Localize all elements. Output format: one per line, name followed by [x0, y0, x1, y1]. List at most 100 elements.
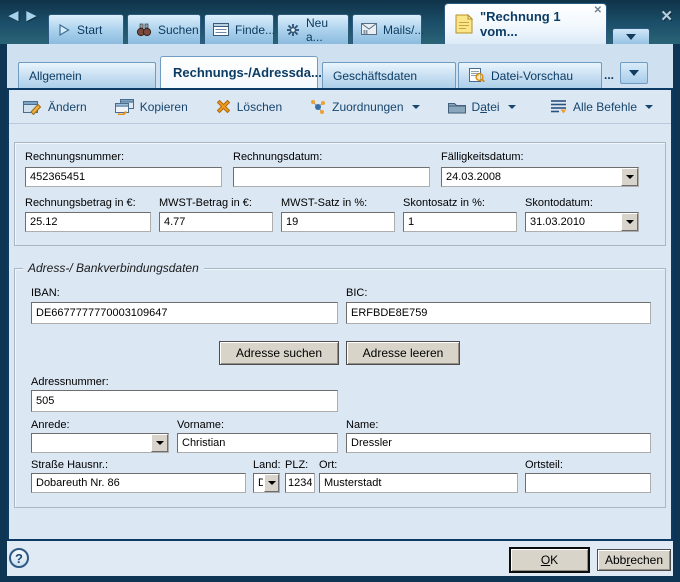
- adresse-leeren-button[interactable]: Adresse leeren: [346, 341, 460, 365]
- page-tab-dropdown-button[interactable]: [620, 62, 648, 84]
- combobox-value: D: [258, 477, 263, 489]
- skontosatz-field[interactable]: [403, 212, 517, 232]
- adressnummer-label: Adressnummer:: [31, 376, 109, 388]
- assignments-icon: [310, 99, 326, 115]
- window-tab-neu[interactable]: Neu a...: [277, 14, 349, 44]
- rechnungsbetrag-field[interactable]: [25, 212, 151, 232]
- chevron-down-icon: [626, 220, 634, 224]
- window-tab-start[interactable]: Start: [48, 14, 124, 44]
- mwst-betrag-field[interactable]: [159, 212, 273, 232]
- address-bank-group: Adress-/ Bankverbindungsdaten IBAN: BIC:…: [14, 268, 666, 508]
- zuordnungen-menu-button[interactable]: Zuordnungen: [310, 99, 419, 115]
- faelligkeitsdatum-label: Fälligkeitsdatum:: [441, 151, 524, 163]
- toolbar: Ändern Kopieren Löschen Zuordnungen D: [9, 90, 671, 124]
- kopieren-button[interactable]: Kopieren: [115, 99, 188, 115]
- window-close-icon[interactable]: ✕: [660, 9, 673, 25]
- anrede-combobox[interactable]: [31, 433, 169, 453]
- preview-icon: [469, 68, 485, 83]
- form-panel: Ändern Kopieren Löschen Zuordnungen D: [7, 88, 673, 541]
- rechnungsdatum-label: Rechnungsdatum:: [233, 151, 322, 163]
- adresse-suchen-button[interactable]: Adresse suchen: [219, 341, 339, 365]
- window-tab-label: Mails/...: [383, 23, 424, 37]
- adressnummer-field[interactable]: [31, 390, 338, 412]
- button-label: OK: [541, 553, 558, 567]
- combobox-arrow-button[interactable]: [264, 474, 279, 492]
- help-icon[interactable]: ?: [9, 548, 29, 568]
- ortsteil-field[interactable]: [525, 473, 651, 493]
- combobox-arrow-button[interactable]: [621, 168, 638, 186]
- land-combobox[interactable]: D: [253, 473, 280, 493]
- tab-rechnungs-adressdaten[interactable]: Rechnungs-/Adressda...: [160, 56, 318, 88]
- window-tab-label: Start: [77, 23, 102, 37]
- page-tab-label: Rechnungs-/Adressda...: [173, 65, 322, 80]
- rechnungsbetrag-label: Rechnungsbetrag in €:: [25, 197, 136, 209]
- window-tab-bar: ◄ ► Start Suchen Finde... Neu a... Mails…: [0, 0, 680, 44]
- skontodatum-label: Skontodatum:: [525, 197, 593, 209]
- combobox-arrow-button[interactable]: [621, 213, 638, 231]
- faelligkeitsdatum-combobox[interactable]: 24.03.2008: [441, 167, 639, 187]
- bic-label: BIC:: [346, 287, 367, 299]
- page-tab-label: Geschäftsdaten: [333, 69, 417, 83]
- tab-overflow-label[interactable]: ...: [604, 68, 614, 82]
- toolbar-label: Alle Befehle: [573, 100, 637, 114]
- rechnungsnummer-label: Rechnungsnummer:: [25, 151, 124, 163]
- commands-list-icon: [550, 99, 567, 114]
- mwst-satz-label: MWST-Satz in %:: [281, 197, 367, 209]
- vorname-field[interactable]: [177, 433, 338, 453]
- window-tab-mails[interactable]: Mails/...: [352, 14, 422, 44]
- datei-menu-button[interactable]: Datei: [448, 100, 516, 114]
- window-tab-suchen[interactable]: Suchen: [127, 14, 201, 44]
- name-field[interactable]: [346, 433, 651, 453]
- ort-field[interactable]: [319, 473, 518, 493]
- window-tab-label: Finde...: [235, 23, 275, 37]
- tab-allgemein[interactable]: Allgemein: [18, 62, 156, 88]
- strasse-field[interactable]: [31, 473, 246, 493]
- anrede-label: Anrede:: [31, 419, 70, 431]
- toolbar-label: Ändern: [48, 100, 87, 114]
- strasse-label: Straße Hausnr.:: [31, 459, 108, 471]
- alle-befehle-menu-button[interactable]: Alle Befehle: [550, 99, 653, 114]
- land-label: Land:: [253, 459, 281, 471]
- abbrechen-button[interactable]: Abbrechen: [597, 549, 671, 571]
- back-arrow-icon[interactable]: ◄: [5, 6, 22, 26]
- form-icon: [213, 23, 229, 36]
- invoice-data-group: Rechnungsnummer: Rechnungsdatum: Fälligk…: [14, 142, 666, 246]
- iban-field[interactable]: [31, 302, 338, 324]
- binoculars-icon: [136, 23, 152, 37]
- active-tab-label: "Rechnung 1 vom...: [480, 9, 596, 39]
- tab-close-icon[interactable]: ✕: [594, 6, 602, 16]
- tab-geschaeftsdaten[interactable]: Geschäftsdaten: [322, 62, 456, 88]
- rechnungsnummer-field[interactable]: [25, 167, 222, 187]
- new-burst-icon: [286, 23, 300, 37]
- button-label: Adresse suchen: [236, 346, 322, 360]
- rechnungsdatum-field[interactable]: [233, 167, 430, 187]
- combobox-value: 24.03.2008: [446, 171, 620, 183]
- skontosatz-label: Skontosatz in %:: [403, 197, 485, 209]
- chevron-down-icon: [156, 441, 164, 445]
- plz-field[interactable]: [285, 473, 315, 493]
- button-label: Abbrechen: [605, 553, 663, 567]
- vorname-label: Vorname:: [177, 419, 224, 431]
- play-icon: [57, 23, 71, 37]
- tab-list-dropdown-button[interactable]: [612, 28, 650, 44]
- window-tab-label: Suchen: [158, 23, 199, 37]
- combobox-arrow-button[interactable]: [151, 434, 168, 452]
- chevron-down-icon: [626, 175, 634, 179]
- copy-icon: [115, 99, 134, 115]
- window-tab-rechnung-active[interactable]: "Rechnung 1 vom... ✕: [444, 3, 607, 44]
- tab-datei-vorschau[interactable]: Datei-Vorschau: [458, 62, 602, 88]
- folder-icon: [448, 100, 466, 114]
- button-label: Adresse leeren: [363, 346, 444, 360]
- mwst-satz-field[interactable]: [281, 212, 395, 232]
- window-tab-finden[interactable]: Finde...: [204, 14, 274, 44]
- document-icon: [455, 14, 473, 34]
- skontodatum-combobox[interactable]: 31.03.2010: [525, 212, 639, 232]
- aendern-button[interactable]: Ändern: [23, 99, 87, 115]
- page-tab-label: Allgemein: [29, 69, 82, 83]
- loeschen-button[interactable]: Löschen: [216, 99, 282, 114]
- toolbar-label: Datei: [472, 100, 500, 114]
- bic-field[interactable]: [346, 302, 651, 324]
- forward-arrow-icon[interactable]: ►: [23, 6, 40, 26]
- ok-button[interactable]: OK: [509, 547, 590, 573]
- address-section-title: Adress-/ Bankverbindungsdaten: [23, 261, 204, 275]
